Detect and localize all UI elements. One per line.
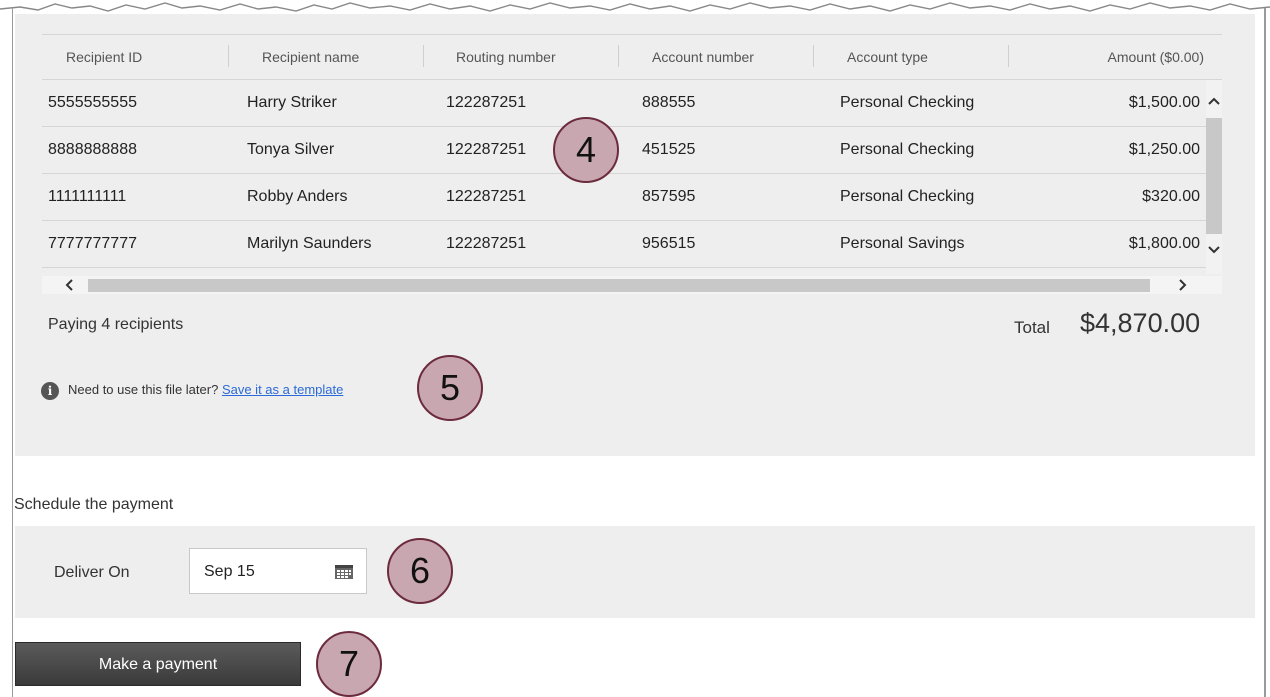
column-header-account-number[interactable]: Account number: [652, 35, 754, 79]
column-separator: [813, 45, 814, 67]
paying-count-text: Paying 4 recipients: [48, 316, 184, 333]
account-number-cell: 956515: [642, 235, 696, 252]
routing-number-cell: 122287251: [446, 235, 527, 252]
chevron-right-icon[interactable]: [1178, 279, 1188, 291]
info-icon: i: [41, 382, 59, 400]
template-notice: Need to use this file later? Save it as …: [68, 382, 343, 397]
recipient-name-cell: Harry Striker: [247, 94, 337, 111]
recipient-id-cell: 1111111111: [48, 188, 127, 205]
callout-7: 7: [316, 631, 382, 697]
account-number-cell: 857595: [642, 188, 696, 205]
amount-cell: $1,500.00: [1128, 94, 1200, 111]
table-header: Recipient ID Recipient name Routing numb…: [42, 34, 1222, 80]
torn-edge-decoration: [0, 2, 1270, 12]
column-separator: [228, 45, 229, 67]
vertical-scrollbar-thumb[interactable]: [1206, 118, 1222, 234]
column-separator: [618, 45, 619, 67]
recipient-id-cell: 8888888888: [48, 141, 137, 158]
callout-5: 5: [417, 355, 483, 421]
account-type-cell: Personal Savings: [840, 235, 965, 252]
account-number-cell: 888555: [642, 94, 696, 111]
template-notice-text: Need to use this file later?: [68, 382, 219, 397]
frame-border-right: [1264, 8, 1266, 697]
recipient-name-cell: Tonya Silver: [247, 141, 335, 158]
routing-number-cell: 122287251: [446, 141, 527, 158]
total-label: Total: [1014, 318, 1050, 337]
amount-cell: $1,250.00: [1128, 141, 1200, 158]
table-row[interactable]: 7777777777 Marilyn Saunders 122287251 95…: [42, 221, 1206, 268]
recipient-id-cell: 7777777777: [48, 235, 137, 252]
amount-cell: $1,800.00: [1128, 235, 1200, 252]
column-separator: [423, 45, 424, 67]
column-header-amount[interactable]: Amount ($0.00): [1108, 35, 1205, 79]
recipient-name-cell: Robby Anders: [247, 188, 348, 205]
table-row[interactable]: 5555555555 Harry Striker 122287251 88855…: [42, 80, 1206, 127]
column-header-recipient-id[interactable]: Recipient ID: [66, 35, 142, 79]
table-row[interactable]: 8888888888 Tonya Silver 122287251 451525…: [42, 127, 1206, 174]
recipient-id-cell: 5555555555: [48, 94, 137, 111]
routing-number-cell: 122287251: [446, 94, 527, 111]
column-header-recipient-name[interactable]: Recipient name: [262, 35, 359, 79]
account-type-cell: Personal Checking: [840, 141, 975, 158]
column-header-account-type[interactable]: Account type: [847, 35, 928, 79]
save-as-template-link[interactable]: Save it as a template: [222, 382, 343, 397]
callout-4: 4: [553, 117, 619, 183]
column-separator: [1008, 45, 1009, 67]
calendar-icon[interactable]: [334, 563, 354, 580]
horizontal-scrollbar-thumb[interactable]: [88, 279, 1150, 292]
table-row[interactable]: 1111111111 Robby Anders 122287251 857595…: [42, 174, 1206, 221]
account-type-cell: Personal Checking: [840, 94, 975, 111]
amount-cell: $320.00: [1142, 188, 1200, 205]
schedule-title: Schedule the payment: [14, 496, 174, 513]
deliver-on-label: Deliver On: [54, 564, 130, 581]
chevron-left-icon[interactable]: [64, 279, 74, 291]
chevron-up-icon[interactable]: [1208, 96, 1220, 106]
account-number-cell: 451525: [642, 141, 696, 158]
account-type-cell: Personal Checking: [840, 188, 975, 205]
routing-number-cell: 122287251: [446, 188, 527, 205]
screenshot-frame: Recipient ID Recipient name Routing numb…: [0, 0, 1270, 697]
total-value: $4,870.00: [1080, 308, 1201, 338]
column-header-routing-number[interactable]: Routing number: [456, 35, 556, 79]
callout-6: 6: [387, 538, 453, 604]
recipient-name-cell: Marilyn Saunders: [247, 235, 372, 252]
frame-border-left: [12, 8, 13, 697]
make-payment-button[interactable]: Make a payment: [15, 642, 301, 686]
delivery-date-value: Sep 15: [204, 563, 255, 580]
chevron-down-icon[interactable]: [1208, 245, 1220, 255]
